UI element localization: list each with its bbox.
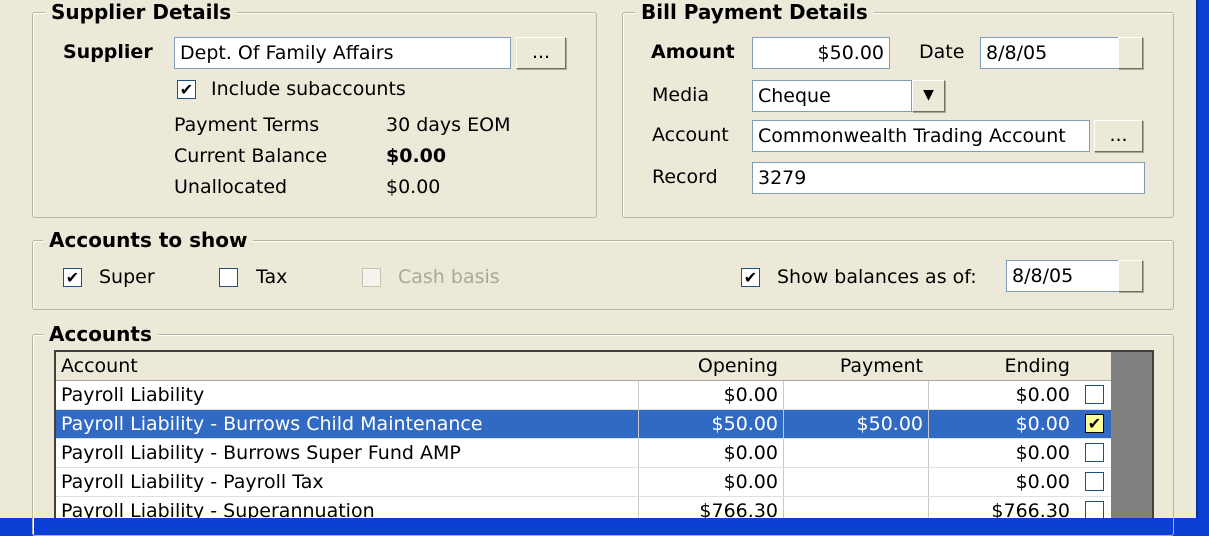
accounts-to-show-legend: Accounts to show: [43, 228, 254, 252]
accounts-to-show-group: Accounts to show: [32, 228, 1174, 310]
row-checkbox[interactable]: [1085, 443, 1104, 462]
account-cell: Payroll Liability - Payroll Tax: [61, 471, 324, 493]
row-check-cell: [1075, 497, 1111, 518]
cash-basis-checkbox: [362, 268, 381, 287]
ending-cell: $0.00: [928, 439, 1075, 467]
ending-cell: $0.00: [928, 468, 1075, 496]
table-row[interactable]: Payroll Liability - Payroll Tax $0.00 $0…: [56, 468, 1111, 497]
account-lookup-button[interactable]: ...: [1094, 120, 1143, 152]
amount-label: Amount: [651, 41, 735, 63]
super-checkbox[interactable]: ✔: [63, 268, 82, 287]
column-header-account[interactable]: Account: [56, 352, 638, 380]
ending-cell: $0.00: [928, 381, 1075, 409]
row-checkbox[interactable]: [1085, 501, 1104, 518]
media-select[interactable]: Cheque: [752, 80, 912, 112]
record-field[interactable]: 3279: [752, 162, 1145, 194]
bill-payment-window: Supplier Details Supplier Dept. Of Famil…: [0, 0, 1196, 536]
payment-cell[interactable]: $50.00: [783, 410, 928, 438]
supplier-label: Supplier: [63, 41, 153, 63]
table-row[interactable]: Payroll Liability - Burrows Super Fund A…: [56, 439, 1111, 468]
opening-cell: $766.30: [638, 497, 783, 518]
account-label: Account: [652, 124, 729, 146]
amount-field[interactable]: $50.00: [752, 37, 890, 69]
row-checkbox[interactable]: [1085, 385, 1104, 404]
account-cell: Payroll Liability - Burrows Super Fund A…: [61, 442, 461, 464]
balances-date-picker-button[interactable]: [1118, 260, 1143, 292]
payment-cell[interactable]: [783, 497, 928, 518]
chevron-down-icon: ▼: [923, 87, 934, 103]
ending-cell: $766.30: [928, 497, 1075, 518]
table-row-selected[interactable]: Payroll Liability - Burrows Child Mainte…: [56, 410, 1111, 439]
opening-cell: $0.00: [638, 468, 783, 496]
check-icon: ✔: [743, 268, 758, 287]
payment-cell[interactable]: [783, 381, 928, 409]
unallocated-label: Unallocated: [174, 176, 288, 198]
table-header: Account Opening Payment Ending: [56, 352, 1111, 381]
media-label: Media: [652, 84, 710, 106]
unallocated-value: $0.00: [386, 176, 441, 198]
column-header-payment[interactable]: Payment: [783, 352, 928, 380]
account-cell: Payroll Liability - Superannuation: [61, 500, 375, 518]
row-checkbox[interactable]: [1085, 472, 1104, 491]
bill-payment-legend: Bill Payment Details: [635, 0, 874, 24]
payment-cell[interactable]: [783, 468, 928, 496]
include-subaccounts-checkbox[interactable]: ✔: [177, 80, 196, 99]
row-check-cell: [1075, 468, 1111, 496]
check-icon: ✔: [179, 80, 194, 99]
record-label: Record: [652, 166, 718, 188]
current-balance-label: Current Balance: [174, 145, 328, 167]
ending-cell: $0.00: [928, 410, 1075, 438]
table-row[interactable]: Payroll Liability $0.00 $0.00: [56, 381, 1111, 410]
opening-cell: $0.00: [638, 439, 783, 467]
row-check-cell: [1075, 439, 1111, 467]
supplier-details-legend: Supplier Details: [45, 0, 238, 24]
window-frame-edge: [1196, 0, 1209, 518]
tax-checkbox[interactable]: [219, 268, 238, 287]
column-header-ending[interactable]: Ending: [928, 352, 1075, 380]
row-check-cell: [1075, 381, 1111, 409]
account-field[interactable]: Commonwealth Trading Account: [752, 120, 1090, 152]
include-subaccounts-label: Include subaccounts: [211, 78, 406, 100]
account-cell: Payroll Liability: [61, 384, 205, 406]
balances-date-field[interactable]: 8/8/05: [1006, 260, 1120, 292]
supplier-lookup-button[interactable]: ...: [516, 37, 566, 69]
date-label: Date: [919, 41, 965, 63]
table-row[interactable]: Payroll Liability - Superannuation $766.…: [56, 497, 1111, 518]
supplier-field[interactable]: Dept. Of Family Affairs: [174, 37, 511, 69]
accounts-legend: Accounts: [43, 322, 158, 346]
tax-label: Tax: [256, 266, 288, 288]
account-cell: Payroll Liability - Burrows Child Mainte…: [61, 413, 483, 435]
media-dropdown-button[interactable]: ▼: [912, 80, 945, 112]
opening-cell: $50.00: [638, 410, 783, 438]
opening-cell: $0.00: [638, 381, 783, 409]
payment-cell[interactable]: [783, 439, 928, 467]
show-balances-label: Show balances as of:: [777, 266, 977, 288]
column-header-opening[interactable]: Opening: [638, 352, 783, 380]
current-balance-value: $0.00: [386, 145, 447, 167]
check-icon: ✔: [65, 268, 80, 287]
row-check-cell: ✔: [1075, 410, 1111, 438]
show-balances-checkbox[interactable]: ✔: [741, 268, 760, 287]
date-picker-button[interactable]: [1118, 37, 1143, 69]
payment-terms-value: 30 days EOM: [386, 114, 511, 136]
date-field[interactable]: 8/8/05: [980, 37, 1120, 69]
payment-terms-label: Payment Terms: [174, 114, 320, 136]
check-icon: ✔: [1087, 414, 1102, 433]
super-label: Super: [99, 266, 155, 288]
cash-basis-label: Cash basis: [398, 266, 500, 288]
row-checkbox[interactable]: ✔: [1085, 414, 1104, 433]
accounts-table: Account Opening Payment Ending Payroll L…: [54, 350, 1154, 518]
